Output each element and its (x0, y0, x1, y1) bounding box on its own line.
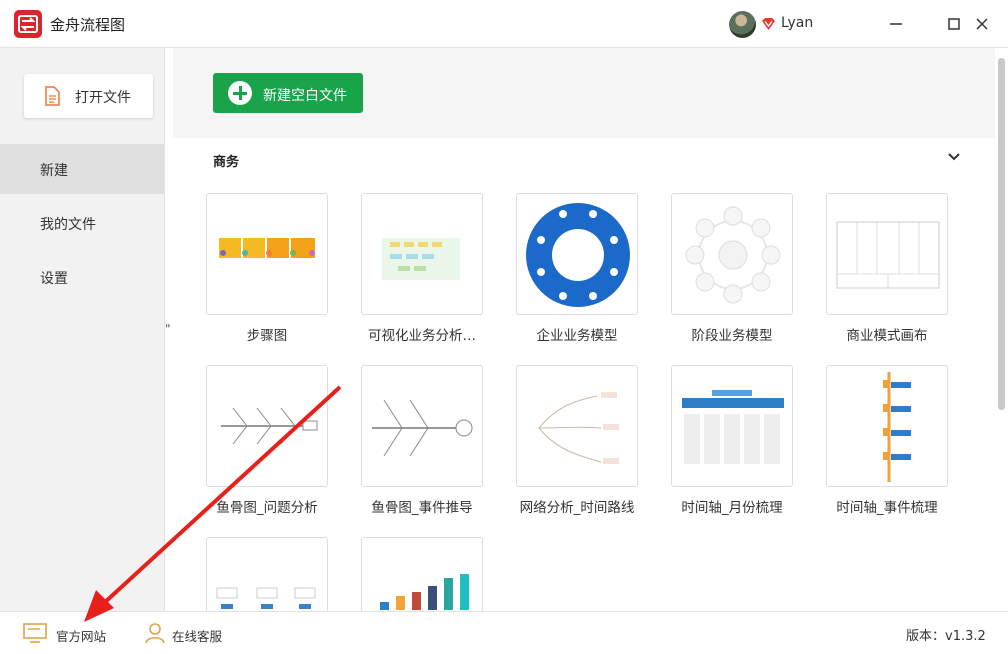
official-website-link[interactable]: 官方网站 (22, 612, 112, 654)
month-timeline-thumbnail (682, 390, 784, 464)
template-label: 阶段业务模型 (691, 328, 773, 344)
close-icon[interactable] (972, 14, 992, 34)
steps-thumbnail (219, 238, 315, 258)
user-avatar[interactable] (729, 11, 756, 38)
stage-model-thumbnail (685, 206, 781, 304)
template-label: 鱼骨图_事件推导 (371, 500, 473, 516)
official-website-label: 官方网站 (56, 629, 107, 644)
sidebar: 打开文件 新建 我的文件 设置 (0, 48, 165, 611)
fishbone-problem-thumbnail (221, 407, 318, 445)
scrollbar-thumb[interactable] (998, 58, 1005, 410)
business-canvas-thumbnail (836, 221, 940, 289)
minimize-icon[interactable] (886, 14, 906, 34)
template-card-network-timeline[interactable] (516, 365, 638, 487)
new-blank-file-label: 新建空白文件 (263, 88, 347, 104)
online-support-label: 在线客服 (172, 629, 223, 644)
template-label: 鱼骨图_问题分析 (216, 500, 318, 516)
template-label: 网络分析_时间路线 (519, 500, 635, 516)
action-band: 新建空白文件 (173, 48, 995, 138)
sidebar-item-new[interactable]: 新建 (0, 144, 164, 194)
title-bar: 金舟流程图 Lyan (0, 0, 1008, 48)
monitor-icon (23, 623, 47, 643)
template-label: 企业业务模型 (536, 328, 618, 344)
app-title: 金舟流程图 (50, 16, 126, 34)
footer-bar: 官方网站 在线客服 版本：v1.3.2 (0, 611, 1008, 654)
template-card-steps[interactable] (206, 193, 328, 315)
sidebar-collapse-handle[interactable]: " (165, 322, 171, 336)
online-support-link[interactable]: 在线客服 (144, 612, 234, 654)
section-title: 商务 (213, 155, 240, 170)
template-card-stage-model[interactable] (671, 193, 793, 315)
template-label: 步骤图 (246, 328, 288, 344)
document-icon (45, 86, 60, 106)
template-label: 时间轴_事件梳理 (836, 500, 938, 516)
network-timeline-thumbnail (538, 392, 619, 464)
enterprise-model-thumbnail (526, 203, 630, 307)
sidebar-item-my-files[interactable]: 我的文件 (0, 198, 164, 248)
fishbone-event-thumbnail (372, 399, 473, 457)
chevron-down-icon[interactable] (947, 152, 961, 162)
main-panel: 新建空白文件 商务 步骤图 可视化业务分析… 企业业务模型 阶段业务模型 商业模… (173, 48, 995, 654)
template-card-fishbone-event[interactable] (361, 365, 483, 487)
version-text: 版本：v1.3.2 (906, 629, 986, 644)
template-card-month-timeline[interactable] (671, 365, 793, 487)
template-label: 商业模式画布 (846, 328, 928, 344)
vip-crown-icon (762, 18, 775, 30)
open-file-button[interactable]: 打开文件 (24, 74, 153, 118)
template-card-fishbone-problem[interactable] (206, 365, 328, 487)
username[interactable]: Lyan (781, 15, 813, 31)
template-card-visual-analysis[interactable] (361, 193, 483, 315)
template-label: 时间轴_月份梳理 (681, 500, 783, 516)
plus-circle-icon (228, 81, 252, 105)
template-label: 可视化业务分析… (368, 328, 476, 344)
template-card-event-timeline[interactable] (826, 365, 948, 487)
sidebar-item-settings[interactable]: 设置 (0, 252, 164, 302)
vertical-scrollbar[interactable] (995, 48, 1008, 611)
app-logo-icon (14, 10, 42, 38)
support-user-icon (145, 623, 165, 644)
template-card-enterprise-model[interactable] (516, 193, 638, 315)
visual-analysis-thumbnail (382, 238, 460, 280)
sidebar-item-label: 设置 (40, 271, 68, 287)
maximize-icon[interactable] (944, 14, 964, 34)
new-blank-file-button[interactable]: 新建空白文件 (213, 73, 363, 113)
event-timeline-thumbnail (883, 372, 911, 482)
open-file-label: 打开文件 (75, 90, 131, 106)
template-card-business-canvas[interactable] (826, 193, 948, 315)
sidebar-item-label: 新建 (40, 163, 68, 179)
sidebar-item-label: 我的文件 (40, 217, 96, 233)
